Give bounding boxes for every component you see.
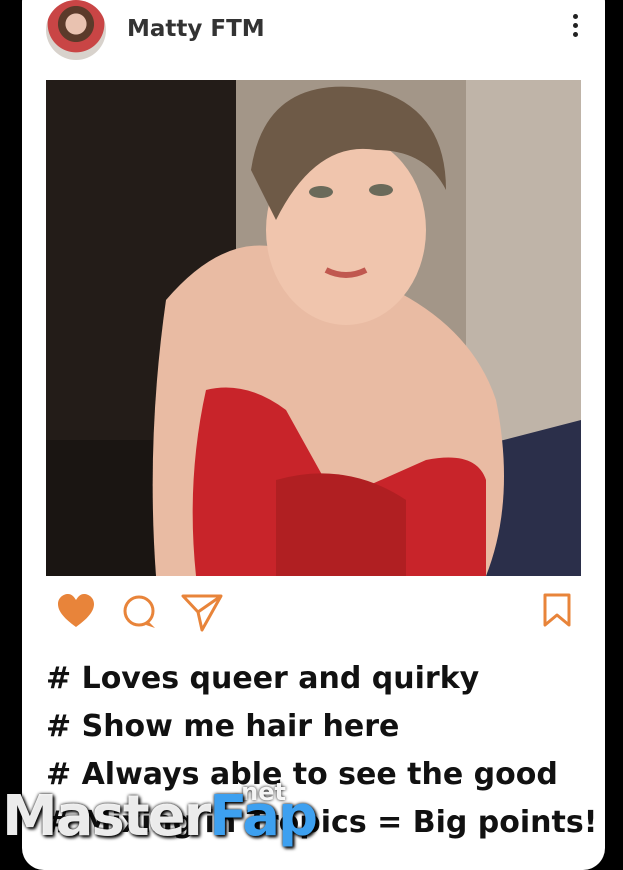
comment-icon[interactable] bbox=[120, 592, 160, 632]
avatar[interactable] bbox=[46, 0, 106, 60]
post-header: Matty FTM bbox=[46, 0, 586, 62]
kebab-menu-icon[interactable] bbox=[568, 14, 582, 44]
bookmark-icon[interactable] bbox=[542, 592, 572, 632]
caption-line: # Loves queer and quirky bbox=[46, 661, 480, 696]
username[interactable]: Matty FTM bbox=[127, 16, 265, 42]
watermark-main: Master bbox=[2, 784, 211, 849]
send-icon[interactable] bbox=[180, 592, 224, 632]
watermark-logo: MasterFap bbox=[2, 784, 318, 849]
caption-line: # Show me hair here bbox=[46, 709, 400, 744]
post-actions bbox=[46, 592, 581, 632]
heart-icon[interactable] bbox=[56, 592, 96, 632]
watermark: .net MasterFap bbox=[0, 778, 330, 854]
watermark-accent: Fap bbox=[209, 784, 318, 849]
post-photo bbox=[46, 80, 581, 576]
